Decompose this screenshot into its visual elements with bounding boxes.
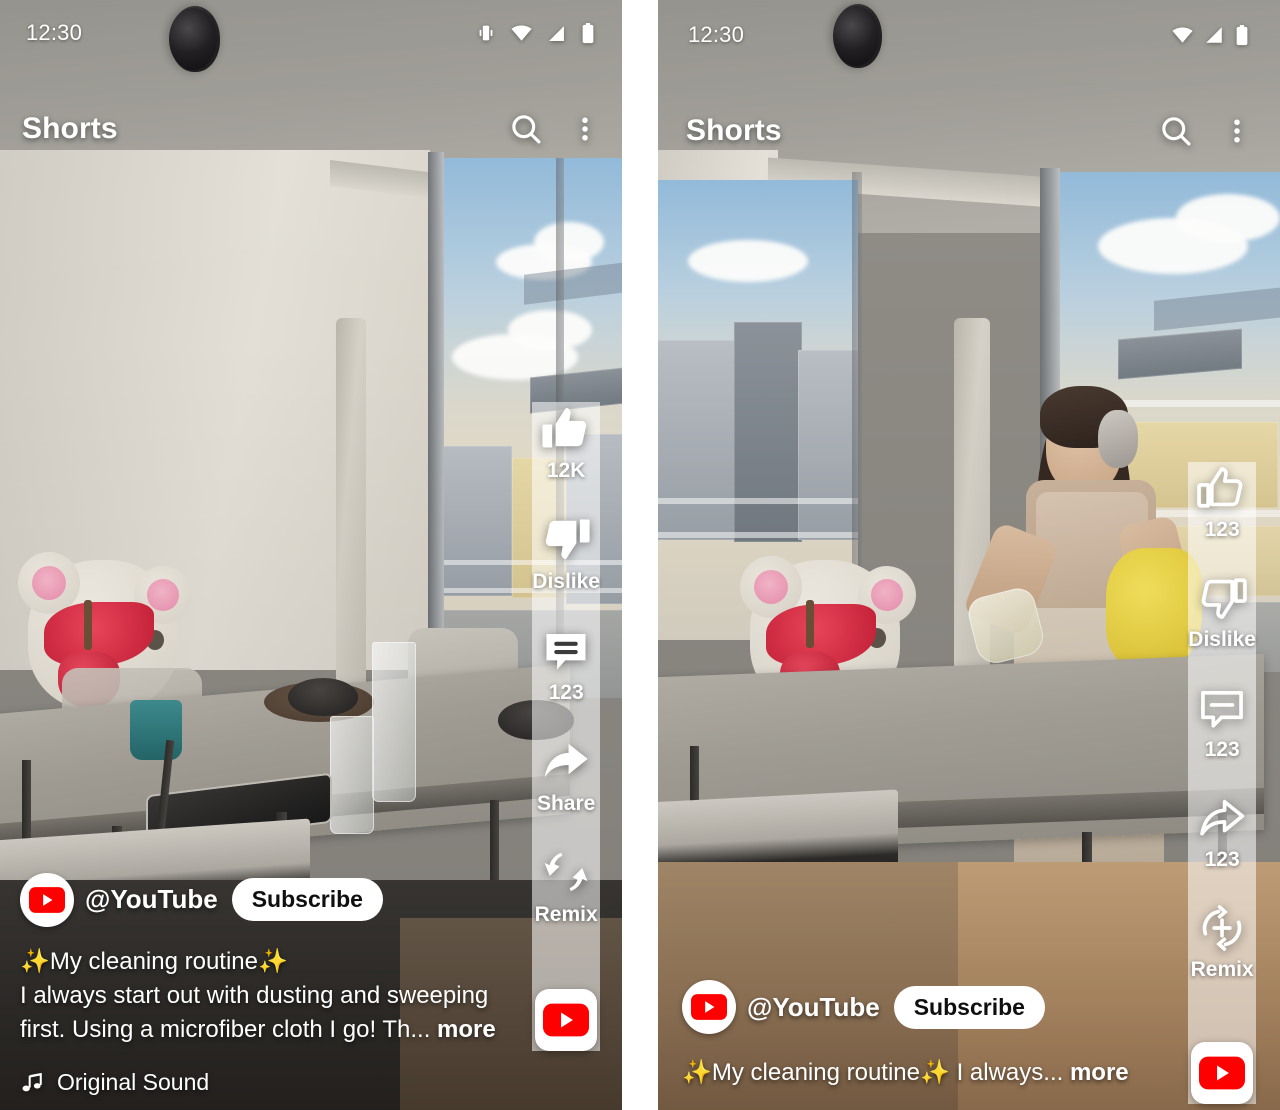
youtube-logo-icon [691, 994, 727, 1021]
video-meta: @YouTube Subscribe ✨My cleaning routine✨… [682, 980, 1170, 1090]
shorts-player-right: 12:30 Shorts 123 Dislike 123 123 Remix @… [658, 0, 1280, 1110]
wifi-icon [510, 22, 533, 45]
subscribe-button[interactable]: Subscribe [231, 878, 383, 922]
youtube-app-chip[interactable] [535, 989, 598, 1051]
thumbs-up-filled-icon [540, 402, 592, 454]
sound-row[interactable]: Original Sound [20, 1069, 512, 1096]
page-title: Shorts [686, 114, 782, 147]
channel-handle[interactable]: @YouTube [85, 884, 218, 915]
page-title: Shorts [22, 112, 118, 145]
video-meta: @YouTube Subscribe ✨My cleaning routine✨… [20, 872, 512, 1096]
dislike-button[interactable]: Dislike [532, 513, 600, 594]
channel-row: @YouTube Subscribe [20, 872, 512, 927]
avatar[interactable] [682, 980, 736, 1035]
youtube-app-chip[interactable] [1191, 1042, 1254, 1104]
wifi-icon [1171, 24, 1194, 47]
search-icon[interactable] [508, 111, 544, 147]
status-time: 12:30 [688, 22, 745, 47]
remix-label: Remix [534, 903, 598, 926]
subscribe-button[interactable]: Subscribe [893, 985, 1045, 1029]
caption-line-2: I always start out with dusting and swee… [20, 981, 489, 1009]
more-vertical-icon[interactable] [570, 112, 600, 146]
caption-more-link[interactable]: more [437, 1016, 496, 1043]
panel-divider [622, 0, 658, 1110]
like-count: 123 [1204, 518, 1240, 541]
comment-filled-icon [540, 624, 592, 676]
top-bar-actions [1158, 113, 1252, 149]
comment-count: 123 [1204, 738, 1240, 761]
status-icons [1171, 24, 1250, 47]
share-filled-icon [540, 735, 592, 787]
caption-line-1: ✨My cleaning routine✨ [20, 945, 512, 979]
sparkle-icon-end: ✨ [258, 947, 288, 975]
remix-arrows-icon [540, 846, 592, 898]
share-button[interactable]: 123 [1196, 792, 1248, 872]
remix-button[interactable]: Remix [535, 846, 598, 927]
top-bar: Shorts [658, 106, 1280, 156]
caption-truncated-text: first. Using a microfiber cloth I go! Th… [20, 1015, 431, 1043]
comment-outline-icon [1196, 682, 1248, 734]
dislike-label: Dislike [1188, 628, 1256, 651]
search-icon[interactable] [1158, 113, 1194, 149]
youtube-logo-icon [1199, 1056, 1246, 1090]
channel-handle[interactable]: @YouTube [747, 992, 880, 1023]
shorts-comparison-screenshot: 12:30 Shorts 12K Dislike 123 Share Remix… [0, 0, 1280, 1110]
dislike-label: Dislike [532, 570, 600, 593]
sparkle-icon: ✨ [682, 1059, 712, 1087]
sparkle-icon: ✨ [20, 947, 50, 975]
status-icons [475, 22, 596, 45]
youtube-logo-icon [543, 1003, 590, 1037]
caption-line-3: first. Using a microfiber cloth I go! Th… [20, 1013, 512, 1047]
top-bar-actions [508, 111, 600, 147]
video-caption[interactable]: ✨My cleaning routine✨ I always start out… [20, 945, 512, 1047]
more-vertical-icon[interactable] [1222, 114, 1252, 148]
caption-title: My cleaning routine [49, 947, 259, 975]
thumbs-down-outline-icon [1196, 572, 1248, 624]
action-rail: 12K Dislike 123 Share Remix [532, 402, 600, 1051]
caption-title: My cleaning routine [711, 1059, 921, 1087]
comment-button[interactable]: 123 [540, 624, 592, 705]
top-bar: Shorts [0, 104, 622, 154]
share-button[interactable]: Share [537, 735, 595, 816]
ui-overlay-left: 12:30 Shorts 12K Dislike 123 Share Remix… [0, 0, 622, 1110]
shorts-player-left: 12:30 Shorts 12K Dislike 123 Share Remix… [0, 0, 622, 1110]
comment-count: 123 [548, 681, 584, 704]
comment-button[interactable]: 123 [1196, 682, 1248, 762]
share-count: 123 [1204, 848, 1240, 871]
battery-icon [580, 22, 596, 45]
sparkle-icon-end: ✨ [920, 1059, 950, 1087]
status-time: 12:30 [26, 20, 83, 45]
caption-more-link[interactable]: more [1070, 1059, 1129, 1086]
sound-label: Original Sound [57, 1069, 210, 1095]
status-bar: 12:30 [0, 16, 622, 50]
caption-line-1: ✨My cleaning routine✨ I always... more [682, 1056, 1170, 1090]
action-rail: 123 Dislike 123 123 Remix [1188, 462, 1256, 1104]
remix-circle-plus-icon [1196, 902, 1248, 954]
like-button[interactable]: 123 [1196, 462, 1248, 542]
music-note-icon [20, 1070, 46, 1096]
youtube-logo-icon [29, 886, 65, 913]
status-bar: 12:30 [658, 18, 1280, 52]
remix-label: Remix [1190, 958, 1254, 981]
like-button[interactable]: 12K [540, 402, 592, 483]
video-caption[interactable]: ✨My cleaning routine✨ I always... more [682, 1056, 1170, 1090]
thumbs-up-outline-icon [1196, 462, 1248, 514]
cellular-signal-icon [546, 23, 567, 44]
cellular-signal-icon [1203, 24, 1225, 46]
dislike-button[interactable]: Dislike [1188, 572, 1256, 652]
caption-truncated-text: I always... [956, 1059, 1064, 1087]
remix-button[interactable]: Remix [1191, 902, 1254, 982]
share-outline-icon [1196, 792, 1248, 844]
vibrate-icon [475, 22, 497, 44]
thumbs-down-filled-icon [540, 513, 592, 565]
channel-row: @YouTube Subscribe [682, 980, 1170, 1035]
like-count: 12K [546, 459, 586, 482]
ui-overlay-right: 12:30 Shorts 123 Dislike 123 123 Remix @… [658, 0, 1280, 1110]
share-label: Share [536, 792, 596, 815]
avatar[interactable] [20, 872, 74, 927]
battery-icon [1234, 24, 1250, 47]
